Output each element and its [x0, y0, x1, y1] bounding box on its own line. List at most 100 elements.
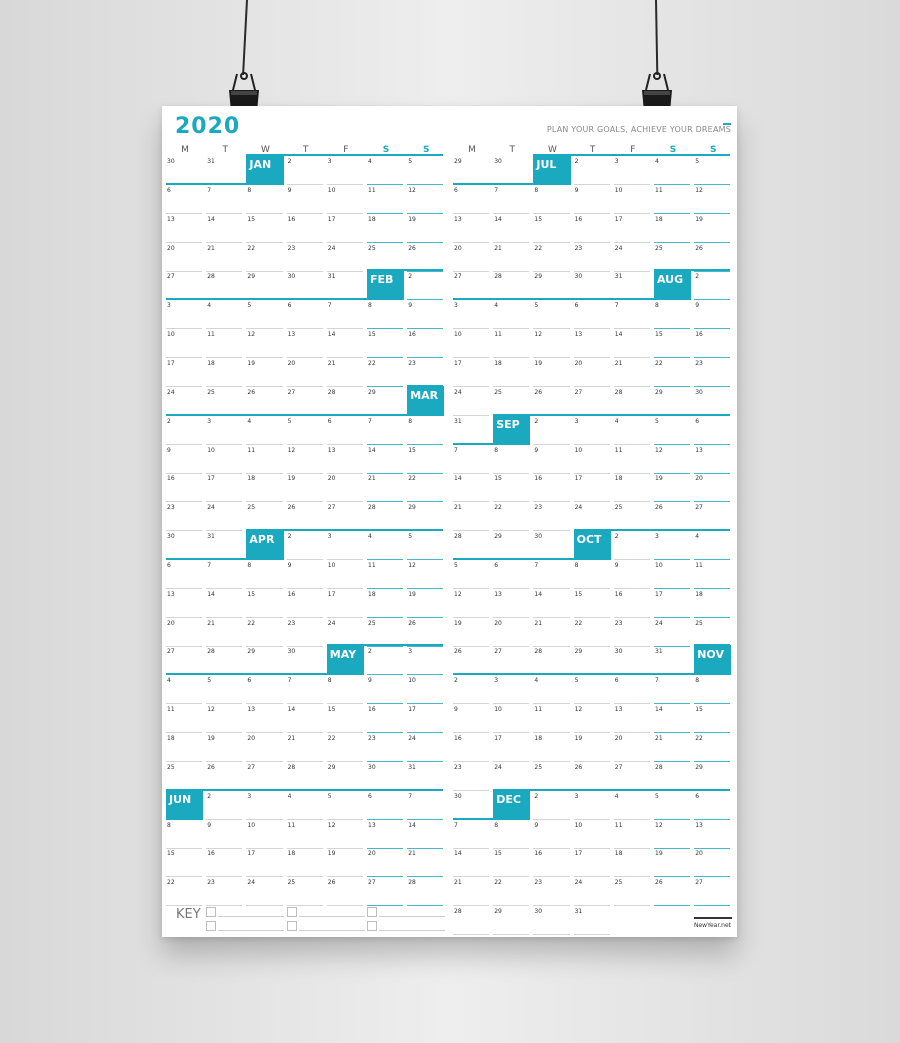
day-cell[interactable]: 4 — [367, 531, 404, 561]
day-cell[interactable]: 19 — [654, 848, 691, 878]
day-cell[interactable]: 28 — [286, 762, 323, 791]
day-cell[interactable]: 24 — [206, 502, 243, 532]
day-cell[interactable]: 11 — [166, 704, 203, 734]
day-cell[interactable]: 2 — [573, 156, 610, 185]
key-checkbox[interactable] — [206, 921, 216, 931]
day-cell[interactable]: 21 — [367, 473, 404, 503]
day-cell[interactable]: 26 — [654, 877, 691, 907]
day-cell[interactable]: 8 — [493, 445, 530, 474]
day-cell[interactable]: 28 — [453, 906, 490, 936]
day-cell[interactable]: 13 — [573, 329, 610, 359]
day-cell[interactable]: 11 — [613, 445, 650, 474]
day-cell[interactable]: 20 — [694, 473, 731, 503]
day-cell[interactable]: 9 — [286, 560, 323, 589]
day-cell[interactable]: 10 — [613, 185, 650, 214]
day-cell[interactable]: 10 — [246, 820, 283, 849]
day-cell[interactable]: 23 — [206, 877, 243, 907]
day-cell[interactable]: 15 — [246, 214, 283, 243]
day-cell[interactable]: 20 — [453, 243, 490, 272]
day-cell[interactable]: 21 — [206, 618, 243, 647]
day-cell[interactable]: 29 — [694, 762, 731, 791]
day-cell[interactable]: 5 — [453, 560, 490, 589]
day-cell[interactable]: 7 — [654, 675, 691, 705]
day-cell[interactable]: 24 — [326, 243, 363, 272]
day-cell[interactable]: 6 — [694, 791, 731, 820]
day-cell[interactable]: 19 — [573, 733, 610, 762]
day-cell[interactable]: 20 — [493, 618, 530, 647]
day-cell[interactable]: 15 — [654, 329, 691, 359]
day-cell[interactable]: 19 — [407, 589, 444, 618]
day-cell[interactable]: 24 — [453, 387, 490, 416]
day-cell[interactable]: 9 — [573, 185, 610, 214]
day-cell[interactable]: 15 — [694, 704, 731, 734]
day-cell[interactable]: 20 — [694, 848, 731, 878]
day-cell[interactable]: 27 — [286, 387, 323, 416]
day-cell[interactable]: 28 — [407, 877, 444, 907]
day-cell[interactable]: 15 — [367, 329, 404, 359]
day-cell[interactable]: 4 — [493, 300, 530, 330]
day-cell[interactable]: 2 — [533, 416, 570, 445]
day-cell[interactable]: 5 — [407, 156, 444, 185]
key-checkbox[interactable] — [367, 921, 377, 931]
day-cell[interactable]: 28 — [654, 762, 691, 791]
day-cell[interactable]: 18 — [246, 473, 283, 503]
day-cell[interactable]: 6 — [453, 185, 490, 214]
day-cell[interactable]: 26 — [286, 502, 323, 532]
day-cell[interactable]: 10 — [573, 445, 610, 474]
day-cell[interactable]: 22 — [367, 358, 404, 387]
day-cell[interactable]: 21 — [326, 358, 363, 387]
day-cell[interactable]: 26 — [573, 762, 610, 791]
day-cell[interactable]: 6 — [573, 300, 610, 330]
day-cell[interactable]: 12 — [326, 820, 363, 849]
day-cell[interactable]: 7 — [367, 416, 404, 445]
day-cell[interactable]: 30 — [613, 646, 650, 676]
day-cell[interactable]: 14 — [453, 848, 490, 878]
day-cell[interactable]: 6 — [286, 300, 323, 330]
day-cell[interactable]: 15 — [493, 473, 530, 503]
day-cell[interactable]: 4 — [206, 300, 243, 330]
day-cell[interactable]: 20 — [573, 358, 610, 387]
day-cell[interactable]: 15 — [166, 848, 203, 878]
day-cell[interactable]: 4 — [613, 416, 650, 445]
day-cell[interactable]: 22 — [166, 877, 203, 907]
day-cell[interactable]: 13 — [694, 820, 731, 849]
day-cell[interactable]: 21 — [453, 502, 490, 532]
day-cell[interactable]: 30 — [286, 271, 323, 301]
day-cell[interactable]: 24 — [246, 877, 283, 907]
day-cell[interactable]: 11 — [654, 185, 691, 214]
day-cell[interactable]: 11 — [367, 185, 404, 214]
day-cell[interactable]: 15 — [326, 704, 363, 734]
day-cell[interactable]: 29 — [493, 906, 530, 936]
day-cell[interactable]: 30 — [533, 531, 570, 561]
day-cell[interactable]: 21 — [493, 243, 530, 272]
day-cell[interactable]: 11 — [533, 704, 570, 734]
day-cell[interactable]: 9 — [453, 704, 490, 734]
day-cell[interactable]: 26 — [694, 243, 731, 272]
day-cell[interactable]: 9 — [533, 445, 570, 474]
day-cell[interactable]: 25 — [246, 502, 283, 532]
day-cell[interactable]: 2 — [453, 675, 490, 705]
day-cell[interactable]: 25 — [166, 762, 203, 791]
day-cell[interactable]: 31 — [453, 416, 490, 445]
day-cell[interactable]: 17 — [246, 848, 283, 878]
day-cell[interactable]: 2 — [407, 271, 444, 301]
day-cell[interactable]: 30 — [166, 531, 203, 561]
day-cell[interactable]: 29 — [533, 271, 570, 301]
day-cell[interactable]: 4 — [246, 416, 283, 445]
day-cell[interactable]: 27 — [573, 387, 610, 416]
day-cell[interactable]: 12 — [533, 329, 570, 359]
day-cell[interactable]: 17 — [573, 473, 610, 503]
day-cell[interactable]: 17 — [326, 214, 363, 243]
day-cell[interactable]: 30 — [694, 387, 731, 416]
day-cell[interactable]: 3 — [573, 416, 610, 445]
day-cell[interactable]: 2 — [694, 271, 731, 301]
day-cell[interactable]: 24 — [654, 618, 691, 647]
day-cell[interactable]: 13 — [286, 329, 323, 359]
day-cell[interactable]: 16 — [453, 733, 490, 762]
day-cell[interactable]: 16 — [286, 589, 323, 618]
day-cell[interactable]: 25 — [493, 387, 530, 416]
day-cell[interactable]: 19 — [694, 214, 731, 243]
day-cell[interactable]: 19 — [407, 214, 444, 243]
day-cell[interactable]: 28 — [493, 271, 530, 301]
day-cell[interactable]: 3 — [246, 791, 283, 820]
